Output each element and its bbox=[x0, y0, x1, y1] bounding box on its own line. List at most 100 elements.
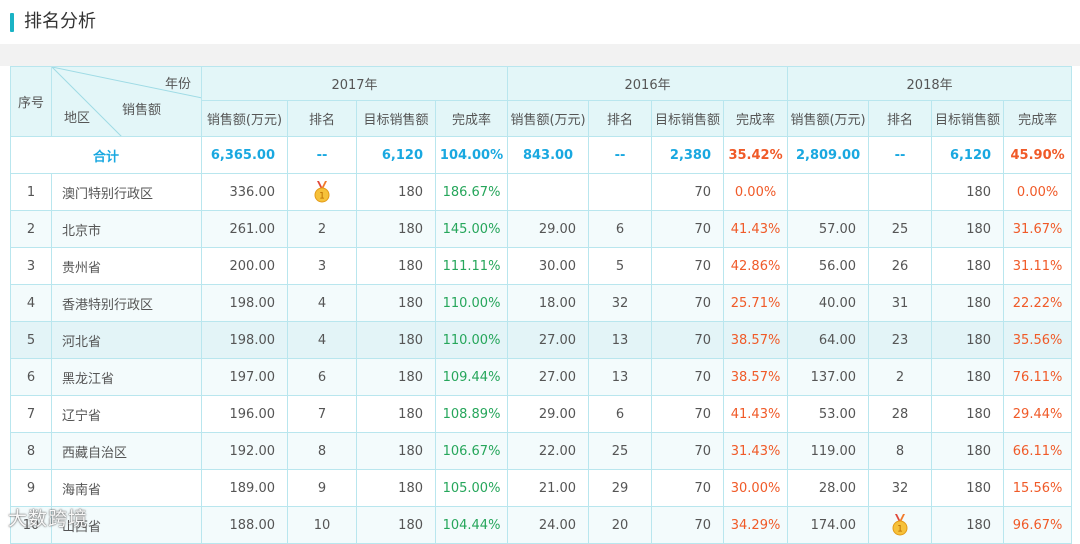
row-y2016-completion: 0.00% bbox=[723, 173, 789, 211]
row-y2018-completion: 76.11% bbox=[1003, 358, 1073, 396]
table-row[interactable]: 10 山西省 188.00 10 180 104.44% 24.00 20 70 34.29% 17… bbox=[10, 506, 1073, 544]
row-y2018-target: 180 bbox=[931, 506, 1005, 544]
row-region: 香港特别行政区 bbox=[51, 284, 202, 322]
row-y2018-completion: 29.44% bbox=[1003, 395, 1073, 433]
table-row[interactable]: 5 河北省 198.00 4 180 110.00% 27.00 13 70 38.57% 64.0… bbox=[10, 321, 1073, 359]
row-y2017-rank: 1 bbox=[287, 173, 357, 211]
row-y2016-rank: 6 bbox=[588, 210, 653, 248]
title-accent-bar bbox=[10, 13, 14, 32]
total-label: 合计 bbox=[10, 136, 202, 174]
gold-medal-icon: 1 bbox=[314, 181, 330, 203]
subheader-rank[interactable]: 排名 bbox=[588, 100, 653, 137]
subheader-completion[interactable]: 完成率 bbox=[723, 100, 789, 137]
corner-header: 年份 销售额 地区 bbox=[51, 66, 202, 137]
row-y2017-target: 180 bbox=[356, 247, 436, 285]
row-y2018-completion: 0.00% bbox=[1003, 173, 1073, 211]
total-2018-rank: -- bbox=[868, 136, 933, 174]
row-y2018-completion: 96.67% bbox=[1003, 506, 1073, 544]
row-y2017-sales: 197.00 bbox=[201, 358, 288, 396]
total-row: 合计 6,365.00 -- 6,120 104.00% 843.00 -- 2… bbox=[10, 136, 1073, 174]
ranking-table: 序号 年份 销售额 地区 2017年 2016年 2018年 销售额(万元) 排… bbox=[10, 66, 1073, 544]
row-y2016-sales bbox=[507, 173, 590, 211]
section-header: 排名分析 bbox=[0, 0, 1080, 44]
row-y2016-completion: 41.43% bbox=[723, 395, 789, 433]
row-y2017-sales: 200.00 bbox=[201, 247, 288, 285]
year-header-2017[interactable]: 2017年 bbox=[200, 66, 509, 101]
table-row[interactable]: 7 辽宁省 196.00 7 180 108.89% 29.00 6 70 41.43% 53.00… bbox=[10, 395, 1073, 433]
row-y2016-target: 70 bbox=[651, 210, 725, 248]
subheader-completion[interactable]: 完成率 bbox=[1003, 100, 1073, 137]
row-y2018-rank: 1 bbox=[868, 506, 933, 544]
table-row[interactable]: 9 海南省 189.00 9 180 105.00% 21.00 29 70 30.00% 28.0… bbox=[10, 469, 1073, 507]
row-y2016-sales: 27.00 bbox=[507, 358, 590, 396]
row-y2018-rank: 8 bbox=[868, 432, 933, 470]
row-y2016-sales: 29.00 bbox=[507, 395, 590, 433]
row-y2018-completion: 31.11% bbox=[1003, 247, 1073, 285]
row-y2016-rank: 13 bbox=[588, 358, 653, 396]
row-index: 2 bbox=[10, 210, 52, 248]
row-y2017-target: 180 bbox=[356, 210, 436, 248]
row-y2018-sales: 53.00 bbox=[787, 395, 870, 433]
row-y2018-rank bbox=[868, 173, 933, 211]
row-y2018-completion: 31.67% bbox=[1003, 210, 1073, 248]
row-y2018-completion: 35.56% bbox=[1003, 321, 1073, 359]
row-y2018-sales: 174.00 bbox=[787, 506, 870, 544]
row-y2017-rank: 4 bbox=[287, 284, 357, 322]
table-row[interactable]: 8 西藏自治区 192.00 8 180 106.67% 22.00 25 70 31.43% 11… bbox=[10, 432, 1073, 470]
total-2017-target: 6,120 bbox=[356, 136, 436, 174]
table-row[interactable]: 2 北京市 261.00 2 180 145.00% 29.00 6 70 41.43% 57.00… bbox=[10, 210, 1073, 248]
row-y2016-completion: 31.43% bbox=[723, 432, 789, 470]
total-2017-sales: 6,365.00 bbox=[201, 136, 288, 174]
corner-sales-label: 销售额 bbox=[121, 103, 161, 118]
row-y2016-target: 70 bbox=[651, 506, 725, 544]
row-y2017-rank: 6 bbox=[287, 358, 357, 396]
row-index: 5 bbox=[10, 321, 52, 359]
subheader-sales[interactable]: 销售额(万元) bbox=[507, 100, 590, 137]
svg-text:1: 1 bbox=[897, 525, 903, 535]
table-row[interactable]: 6 黑龙江省 197.00 6 180 109.44% 27.00 13 70 38.57% 137… bbox=[10, 358, 1073, 396]
row-y2017-completion: 108.89% bbox=[434, 395, 509, 433]
row-y2017-rank: 10 bbox=[287, 506, 357, 544]
row-y2018-rank: 31 bbox=[868, 284, 933, 322]
subheader-rank[interactable]: 排名 bbox=[868, 100, 933, 137]
row-y2018-target: 180 bbox=[931, 284, 1005, 322]
row-y2016-rank bbox=[588, 173, 653, 211]
col-index-header[interactable]: 序号 bbox=[10, 66, 52, 137]
row-y2017-target: 180 bbox=[356, 321, 436, 359]
row-y2016-target: 70 bbox=[651, 284, 725, 322]
subheader-rank[interactable]: 排名 bbox=[287, 100, 357, 137]
row-y2017-rank: 9 bbox=[287, 469, 357, 507]
year-header-2018[interactable]: 2018年 bbox=[787, 66, 1073, 101]
row-y2017-sales: 198.00 bbox=[201, 284, 288, 322]
row-y2018-rank: 28 bbox=[868, 395, 933, 433]
row-y2017-target: 180 bbox=[356, 469, 436, 507]
watermark: 大数跨境 bbox=[8, 508, 89, 530]
subheader-target[interactable]: 目标销售额 bbox=[651, 100, 725, 137]
row-y2017-sales: 198.00 bbox=[201, 321, 288, 359]
year-header-2016[interactable]: 2016年 bbox=[507, 66, 789, 101]
row-y2018-sales: 137.00 bbox=[787, 358, 870, 396]
row-y2016-target: 70 bbox=[651, 358, 725, 396]
row-y2018-rank: 25 bbox=[868, 210, 933, 248]
subheader-target[interactable]: 目标销售额 bbox=[356, 100, 436, 137]
row-y2017-completion: 111.11% bbox=[434, 247, 509, 285]
table-row[interactable]: 4 香港特别行政区 198.00 4 180 110.00% 18.00 32 70 25.71%… bbox=[10, 284, 1073, 322]
subheader-completion[interactable]: 完成率 bbox=[434, 100, 509, 137]
svg-text:1: 1 bbox=[319, 192, 325, 202]
row-y2018-sales: 40.00 bbox=[787, 284, 870, 322]
row-y2016-sales: 22.00 bbox=[507, 432, 590, 470]
total-2016-sales: 843.00 bbox=[507, 136, 590, 174]
table-row[interactable]: 3 贵州省 200.00 3 180 111.11% 30.00 5 70 42.86% 56.00… bbox=[10, 247, 1073, 285]
row-y2018-target: 180 bbox=[931, 395, 1005, 433]
row-y2018-rank: 32 bbox=[868, 469, 933, 507]
subheader-sales[interactable]: 销售额(万元) bbox=[787, 100, 870, 137]
subheader-target[interactable]: 目标销售额 bbox=[931, 100, 1005, 137]
row-y2016-sales: 21.00 bbox=[507, 469, 590, 507]
table-row[interactable]: 1 澳门特别行政区 336.00 1 180 186.67% 70 0.00% 180 0.00% bbox=[10, 173, 1073, 211]
row-y2018-completion: 15.56% bbox=[1003, 469, 1073, 507]
subheader-sales[interactable]: 销售额(万元) bbox=[201, 100, 288, 137]
row-index: 9 bbox=[10, 469, 52, 507]
section-divider bbox=[0, 44, 1080, 66]
total-2018-target: 6,120 bbox=[931, 136, 1005, 174]
row-y2016-sales: 30.00 bbox=[507, 247, 590, 285]
